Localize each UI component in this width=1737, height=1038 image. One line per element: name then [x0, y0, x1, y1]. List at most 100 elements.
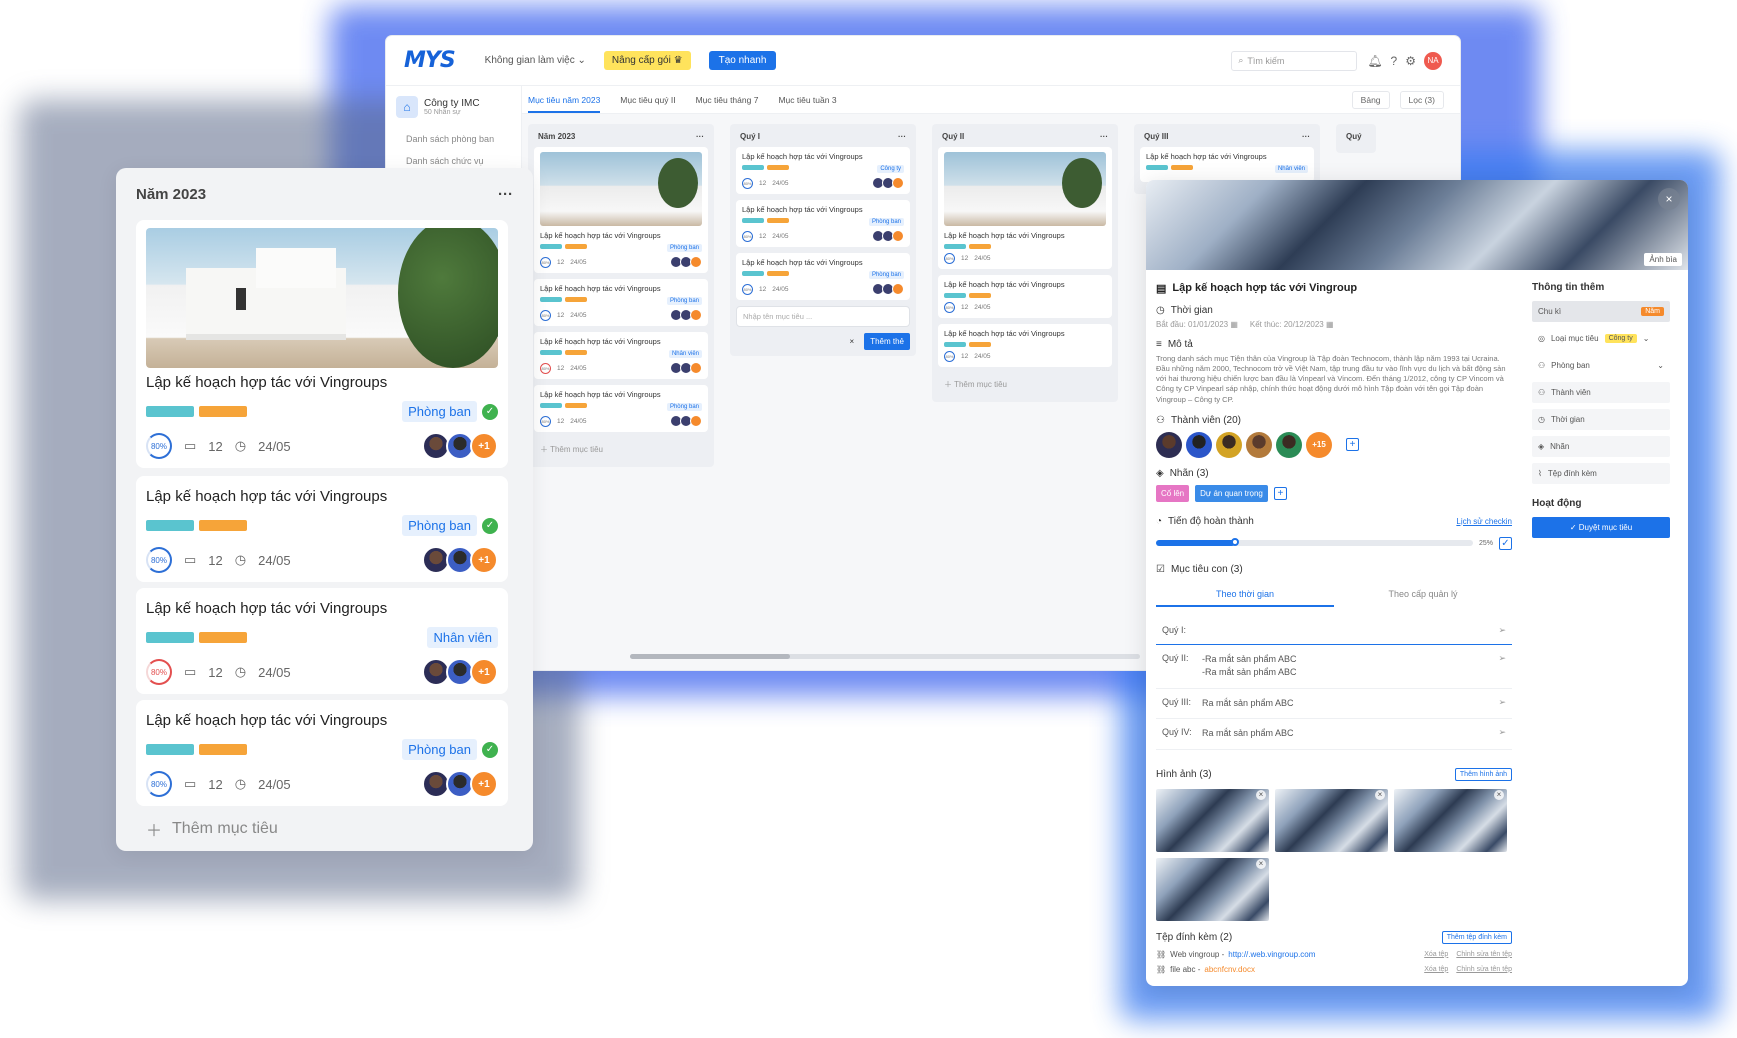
add-label-icon[interactable]: + — [1273, 486, 1287, 500]
tab-quarter[interactable]: Mục tiêu quý II — [620, 95, 675, 105]
goal-card[interactable]: Lập kế hoạch hợp tác với Vingroups 80% 12… — [938, 324, 1112, 367]
start-date-field[interactable]: 01/01/2023 — [1188, 320, 1228, 329]
avatar[interactable] — [1246, 431, 1272, 458]
side-item-attachments[interactable]: ⌇ Tệp đính kèm — [1532, 463, 1670, 484]
horizontal-scrollbar[interactable] — [630, 654, 1140, 659]
send-icon[interactable]: ➢ — [1498, 625, 1506, 636]
send-icon[interactable]: ➢ — [1498, 653, 1506, 664]
gear-icon[interactable]: ⚙ — [1405, 54, 1416, 68]
avatar[interactable] — [1216, 431, 1242, 458]
description-text[interactable]: Trong danh sách mục Tiện thân của Vingro… — [1156, 354, 1512, 405]
checkbox-icon[interactable]: ✓ — [1499, 536, 1512, 550]
tab-by-manager[interactable]: Theo cấp quản lý — [1334, 583, 1512, 607]
label-chip[interactable]: Dự án quan trọng — [1195, 484, 1268, 502]
side-item-goal-type[interactable]: ◎ Loại mục tiêu Công ty ⌄ — [1532, 328, 1670, 349]
view-board-button[interactable]: Bảng — [1351, 90, 1390, 109]
subgoal-text[interactable]: Ra mắt sản phẩm ABC — [1202, 727, 1492, 741]
side-item-time[interactable]: ◷ Thời gian — [1532, 409, 1670, 430]
add-goal-button[interactable]: ＋ Thêm mục tiêu — [534, 438, 708, 461]
quick-create-button[interactable]: Tạo nhanh — [708, 51, 777, 70]
label-chip[interactable]: Cố lên — [1156, 484, 1190, 502]
goal-card[interactable]: Lập kế hoạch hợp tác với Vingroups Nhân … — [136, 588, 508, 694]
tab-by-time[interactable]: Theo thời gian — [1156, 583, 1334, 607]
calendar-icon[interactable]: ▦ — [1326, 320, 1334, 329]
side-item-members[interactable]: ⚇ Thành viên — [1532, 382, 1670, 403]
delete-file-link[interactable]: Xóa tệp — [1424, 951, 1448, 958]
cover-button[interactable]: Ảnh bìa — [1644, 253, 1682, 266]
sidebar-item-departments[interactable]: Danh sách phòng ban — [386, 128, 521, 150]
bell-icon[interactable]: 🔔︎ — [1367, 54, 1382, 68]
subgoal-text[interactable]: Ra mắt sản phẩm ABC — [1202, 697, 1492, 711]
add-goal-button[interactable]: ＋ Thêm mục tiêu — [146, 817, 278, 841]
subgoal-text[interactable]: -Ra mắt sản phẩm ABC — [1202, 654, 1297, 664]
more-icon[interactable]: ··· — [1302, 132, 1310, 141]
goal-card[interactable]: Lập kế hoạch hợp tác với Vingroups 80% 12… — [938, 275, 1112, 318]
avatar[interactable] — [1156, 431, 1182, 458]
search-input[interactable]: ⌕ Tìm kiếm — [1231, 50, 1358, 71]
app-logo[interactable]: MYS — [404, 48, 456, 73]
goal-card[interactable]: Lập kế hoạch hợp tác với Vingroups Nhân … — [534, 332, 708, 379]
attachment-link[interactable]: abcnfcnv.docx — [1204, 965, 1255, 974]
calendar-icon[interactable]: ▦ — [1230, 320, 1238, 329]
tab-week[interactable]: Mục tiêu tuần 3 — [778, 95, 836, 105]
progress-slider[interactable] — [1156, 538, 1473, 547]
more-icon[interactable]: ··· — [898, 132, 906, 141]
send-icon[interactable]: ➢ — [1498, 727, 1506, 738]
gallery-image[interactable] — [1394, 788, 1507, 852]
more-members-badge[interactable]: +15 — [1306, 431, 1332, 458]
more-icon[interactable]: ··· — [1100, 132, 1108, 141]
company-switcher[interactable]: ⌂ Công ty IMC 50 Nhân sự — [386, 86, 521, 128]
gallery-image[interactable] — [1156, 788, 1269, 852]
gallery-image[interactable] — [1275, 788, 1388, 852]
more-icon[interactable]: ··· — [498, 186, 513, 203]
delete-file-link[interactable]: Xóa tệp — [1424, 966, 1448, 973]
approve-goal-button[interactable]: ✓ Duyệt mục tiêu — [1532, 517, 1670, 538]
side-item-department[interactable]: ⚇ Phòng ban ⌄ — [1532, 355, 1670, 376]
add-member-icon[interactable]: + — [1346, 438, 1359, 452]
goal-card[interactable]: Lập kế hoạch hợp tác với Vingroups Phòng… — [534, 279, 708, 326]
new-goal-input[interactable]: Nhập tên mục tiêu ... — [736, 306, 910, 327]
add-attachment-button[interactable]: Thêm tệp đính kèm — [1441, 930, 1512, 944]
goal-card[interactable]: Lập kế hoạch hợp tác với Vingroups Phòng… — [534, 385, 708, 432]
goal-card[interactable]: Lập kế hoạch hợp tác với Vingroups Phòng… — [736, 200, 910, 247]
close-icon[interactable]: × — [1658, 188, 1680, 210]
subgoal-row[interactable]: Quý IV: Ra mắt sản phẩm ABC ➢ — [1156, 719, 1512, 750]
card-image — [944, 152, 1106, 226]
checkin-history-link[interactable]: Lịch sử checkin — [1456, 517, 1512, 526]
avatar[interactable] — [1186, 431, 1212, 458]
detail-title[interactable]: Lập kế hoạch hợp tác với Vingroup — [1172, 282, 1357, 295]
end-date-field[interactable]: 20/12/2023 — [1284, 320, 1324, 329]
user-avatar[interactable]: NA — [1424, 51, 1442, 70]
side-item-cycle[interactable]: Chu kì Năm — [1532, 301, 1670, 322]
goal-card[interactable]: Lập kế hoạch hợp tác với Vingroups Công … — [736, 147, 910, 194]
add-image-button[interactable]: Thêm hình ảnh — [1454, 767, 1512, 781]
goal-card[interactable]: Lập kế hoạch hợp tác với Vingroups Phòng… — [136, 220, 508, 468]
send-icon[interactable]: ➢ — [1498, 697, 1506, 708]
tab-month[interactable]: Mục tiêu tháng 7 — [696, 95, 759, 105]
rename-file-link[interactable]: Chỉnh sửa tên tệp — [1456, 966, 1512, 973]
subgoal-row[interactable]: Quý I: ➢ — [1156, 617, 1512, 645]
goal-card[interactable]: Lập kế hoạch hợp tác với Vingroups Phòng… — [136, 476, 508, 582]
rename-file-link[interactable]: Chỉnh sửa tên tệp — [1456, 951, 1512, 958]
more-icon[interactable]: ··· — [696, 132, 704, 141]
goal-card[interactable]: Lập kế hoạch hợp tác với Vingroups Phòng… — [136, 700, 508, 806]
goal-card[interactable]: Lập kế hoạch hợp tác với Vingroups Nhân … — [1140, 147, 1314, 182]
gallery-image[interactable] — [1156, 857, 1269, 921]
upgrade-button[interactable]: Nâng cấp gói ♛ — [603, 51, 691, 70]
add-goal-button[interactable]: ＋ Thêm mục tiêu — [938, 373, 1112, 396]
workspace-menu[interactable]: Không gian làm việc ⌄ — [485, 55, 586, 66]
goal-card[interactable]: Lập kế hoạch hợp tác với Vingroups Phòng… — [534, 147, 708, 273]
filter-button[interactable]: Lọc (3) — [1399, 90, 1444, 109]
close-icon[interactable]: × — [850, 337, 855, 346]
avatar[interactable] — [1276, 431, 1302, 458]
side-item-labels[interactable]: ◈ Nhãn — [1532, 436, 1670, 457]
attachment-link[interactable]: http://.web.vingroup.com — [1228, 950, 1315, 959]
subgoal-row[interactable]: Quý III: Ra mắt sản phẩm ABC ➢ — [1156, 689, 1512, 720]
goal-card[interactable]: Lập kế hoạch hợp tác với Vingroups 80% 12… — [938, 147, 1112, 269]
subgoal-text[interactable]: -Ra mắt sản phẩm ABC — [1202, 667, 1297, 677]
add-card-button[interactable]: Thêm thẻ — [864, 333, 910, 350]
tab-year[interactable]: Mục tiêu năm 2023 — [528, 95, 601, 113]
subgoal-row[interactable]: Quý II: -Ra mắt sản phẩm ABC -Ra mắt sản p… — [1156, 645, 1512, 689]
help-icon[interactable]: ? — [1391, 54, 1398, 68]
goal-card[interactable]: Lập kế hoạch hợp tác với Vingroups Phòng… — [736, 253, 910, 300]
